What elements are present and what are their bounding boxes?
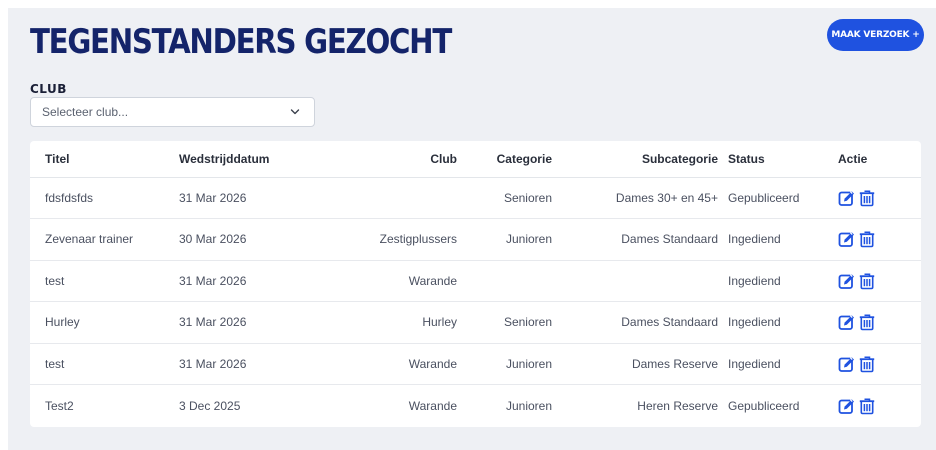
cell-actie [828,301,921,344]
edit-icon[interactable] [838,313,856,331]
trash-icon[interactable] [858,397,876,415]
edit-icon[interactable] [838,397,856,415]
trash-icon[interactable] [858,189,876,207]
cell-status: Gepubliceerd [728,398,800,413]
trash-icon[interactable] [858,230,876,248]
column-header-club[interactable]: Club [331,141,457,178]
cell-categorie: Junioren [505,398,552,413]
cell-actie [828,177,921,219]
edit-icon[interactable] [838,355,856,373]
table-header-row: Titel Wedstrijddatum Club Categorie Subc… [30,141,921,178]
cell-titel: Test2 [45,398,74,413]
cell-wedstrijddatum: 31 Mar 2026 [179,343,331,385]
table-row: Test2 3 Dec 2025 Warande Junioren Heren Rese… [30,385,921,427]
row-actions [838,272,921,290]
table-row: test 31 Mar 2026 Warande Junioren Dames Rese… [30,343,921,385]
cell-status: Ingediend [718,301,828,344]
trash-icon[interactable] [858,313,876,331]
table-row: Zevenaar trainer 30 Mar 2026 Zestigplusser… [30,218,921,261]
cell-club: Warande [331,260,457,302]
cell-status: Gepubliceerd [718,177,828,219]
chevron-down-icon [290,109,300,115]
cell-club [331,177,457,219]
requests-table: Titel Wedstrijddatum Club Categorie Subc… [30,141,921,426]
row-actions [838,355,921,373]
column-header-actie: Actie [828,141,921,178]
cell-subcategorie: Dames Standaard [552,218,718,261]
trash-icon[interactable] [858,272,876,290]
club-select[interactable]: Selecteer club... [30,97,315,127]
row-actions [838,313,921,331]
cell-subcategorie [552,260,718,302]
column-header-titel[interactable]: Titel [30,141,179,178]
page-title: TEGENSTANDERS GEZOCHT [30,22,452,62]
cell-titel: Hurley [30,301,179,344]
cell-titel: test [30,260,179,302]
cell-club: Warande [408,398,457,413]
cell-wedstrijddatum: 31 Mar 2026 [179,301,331,344]
cell-actie [828,343,921,385]
cell-wedstrijddatum: 31 Mar 2026 [179,260,331,302]
cell-club: Hurley [331,301,457,344]
cell-actie [828,260,921,302]
cell-status: Ingediend [718,343,828,385]
edit-icon[interactable] [838,230,856,248]
column-header-wedstrijddatum[interactable]: Wedstrijddatum [179,141,331,178]
cell-categorie: Senioren [457,177,552,219]
column-header-categorie[interactable]: Categorie [457,141,552,178]
edit-icon[interactable] [838,272,856,290]
cell-actie [828,385,921,427]
page-panel: TEGENSTANDERS GEZOCHT MAAK VERZOEK + CLU… [8,8,936,450]
edit-icon[interactable] [838,189,856,207]
cell-categorie: Junioren [457,343,552,385]
row-actions [838,397,921,415]
cell-club: Warande [331,343,457,385]
table-row: test 31 Mar 2026 Warande Ingediend [30,260,921,302]
cell-wedstrijddatum: 31 Mar 2026 [179,177,331,219]
column-header-subcategorie[interactable]: Subcategorie [552,141,718,178]
cell-titel: fdsfdsfds [30,177,179,219]
cell-categorie: Senioren [457,301,552,344]
make-request-button[interactable]: MAAK VERZOEK + [827,19,924,51]
table-row: fdsfdsfds 31 Mar 2026 Senioren Dames 30+ en… [30,177,921,219]
trash-icon[interactable] [858,355,876,373]
club-filter-label: CLUB [30,82,67,96]
cell-wedstrijddatum: 30 Mar 2026 [179,218,331,261]
row-actions [838,189,921,207]
cell-subcategorie: Dames Standaard [552,301,718,344]
row-actions [838,230,921,248]
column-header-status[interactable]: Status [718,141,828,178]
cell-categorie: Junioren [457,218,552,261]
requests-table-card: Titel Wedstrijddatum Club Categorie Subc… [30,141,921,427]
cell-status: Ingediend [718,218,828,261]
cell-club: Zestigplussers [331,218,457,261]
club-select-value: Selecteer club... [42,105,129,119]
cell-subcategorie: Dames Reserve [552,343,718,385]
cell-titel: Zevenaar trainer [30,218,179,261]
cell-subcategorie: Dames 30+ en 45+ [552,177,718,219]
cell-actie [828,218,921,261]
cell-status: Ingediend [718,260,828,302]
cell-titel: test [30,343,179,385]
cell-wedstrijddatum: 3 Dec 2025 [179,398,241,413]
table-row: Hurley 31 Mar 2026 Hurley Senioren Dames Sta… [30,301,921,344]
cell-subcategorie: Heren Reserve [637,398,718,413]
cell-categorie [457,260,552,302]
